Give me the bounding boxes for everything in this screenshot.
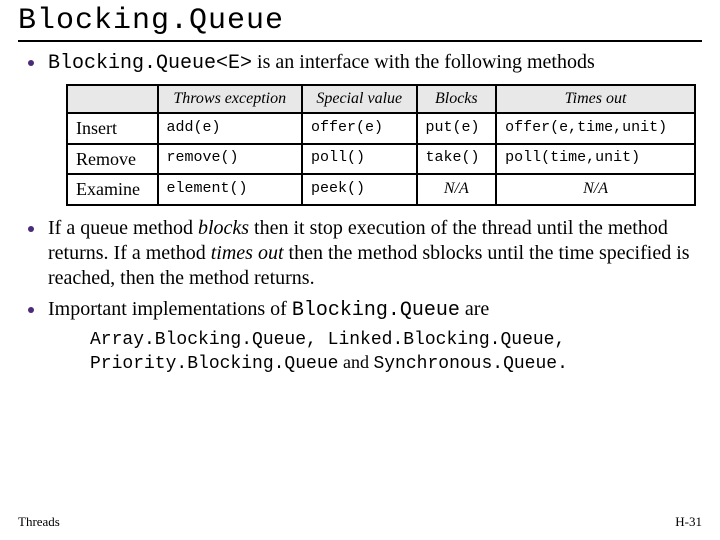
row-label: Remove — [67, 144, 158, 175]
cell: poll(time,unit) — [496, 144, 695, 175]
bullet-dot — [28, 307, 34, 313]
bullet-interface: Blocking.Queue<E> is an interface with t… — [28, 50, 692, 76]
bullet-blocks-desc: If a queue method blocks then it stop ex… — [28, 216, 692, 291]
b2-t1: If a queue method — [48, 217, 198, 239]
b3-t1: Important implementations of — [48, 298, 292, 320]
th-timesout: Times out — [496, 85, 695, 113]
th-corner — [67, 85, 158, 113]
impls-line2b: Synchronous.Queue. — [373, 354, 567, 374]
b2-i2: times out — [211, 242, 284, 264]
row-label: Insert — [67, 113, 158, 144]
row-label: Examine — [67, 174, 158, 205]
slide-title: Blocking.Queue — [18, 4, 702, 38]
cell-na: N/A — [496, 174, 695, 205]
interface-text: is an interface with the following metho… — [252, 51, 595, 73]
table-row: Remove remove() poll() take() poll(time,… — [67, 144, 695, 175]
th-blocks: Blocks — [417, 85, 497, 113]
footer-left: Threads — [18, 514, 60, 530]
cell: put(e) — [417, 113, 497, 144]
impls-and: and — [338, 352, 373, 372]
bullet-dot — [28, 60, 34, 66]
cell: offer(e,time,unit) — [496, 113, 695, 144]
cell: element() — [158, 174, 302, 205]
impls-list: Array.Blocking.Queue, Linked.Blocking.Qu… — [90, 329, 692, 376]
cell-na: N/A — [417, 174, 497, 205]
cell: add(e) — [158, 113, 302, 144]
b3-c1: Blocking.Queue — [292, 299, 460, 322]
b2-i1: blocks — [198, 217, 249, 239]
table-row: Insert add(e) offer(e) put(e) offer(e,ti… — [67, 113, 695, 144]
th-special: Special value — [302, 85, 417, 113]
cell: poll() — [302, 144, 417, 175]
table-row: Examine element() peek() N/A N/A — [67, 174, 695, 205]
cell: take() — [417, 144, 497, 175]
bullet-dot — [28, 226, 34, 232]
impls-line2a: Priority.Blocking.Queue — [90, 354, 338, 374]
methods-table: Throws exception Special value Blocks Ti… — [66, 84, 696, 206]
footer-right: H-31 — [675, 514, 702, 530]
bullet-impls: Important implementations of Blocking.Qu… — [28, 297, 692, 323]
impls-line1: Array.Blocking.Queue, Linked.Blocking.Qu… — [90, 329, 692, 352]
cell: offer(e) — [302, 113, 417, 144]
interface-code: Blocking.Queue<E> — [48, 52, 252, 75]
cell: peek() — [302, 174, 417, 205]
cell: remove() — [158, 144, 302, 175]
th-throws: Throws exception — [158, 85, 302, 113]
b3-t2: are — [460, 298, 489, 320]
